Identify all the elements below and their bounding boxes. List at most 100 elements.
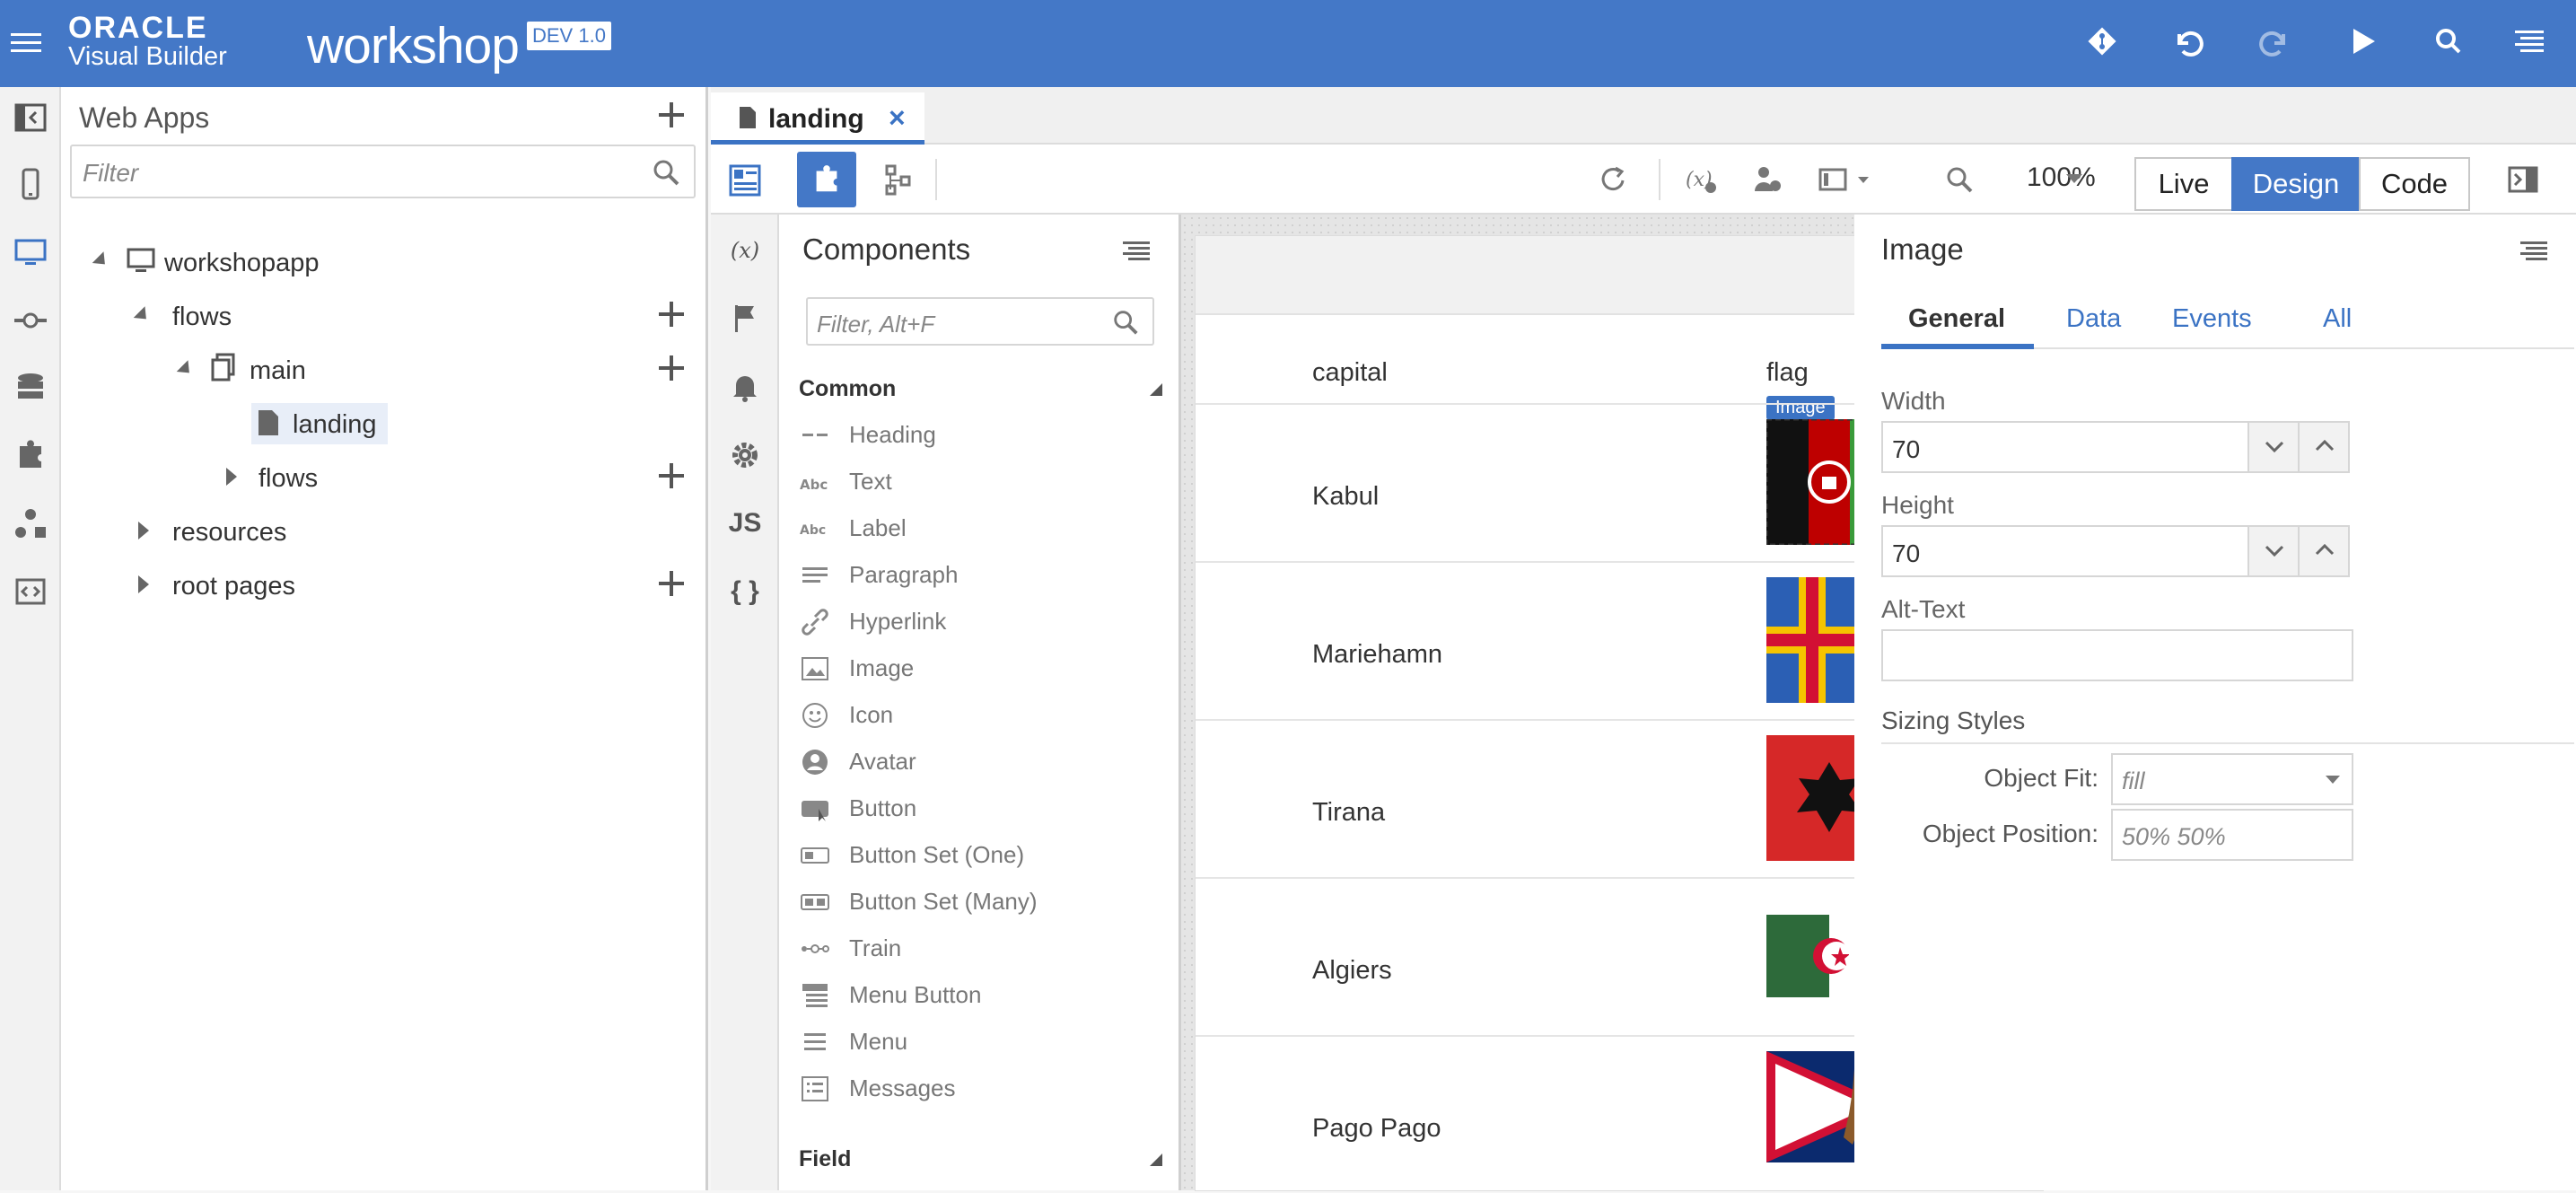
users-icon[interactable] [1750,162,1784,197]
processes-icon[interactable] [13,505,48,541]
object-position-input[interactable]: 50% 50% [2111,809,2353,861]
tab-all[interactable]: All [2323,304,2352,334]
component-text[interactable]: Abc Text [799,462,1158,502]
tree-item-resources[interactable]: resources [172,518,286,548]
redo-icon[interactable] [2255,22,2294,61]
structure-icon[interactable] [881,162,916,197]
component-train[interactable]: Train [799,929,1158,969]
live-mode-button[interactable]: Live [2134,157,2233,211]
bell-icon[interactable] [727,369,763,405]
close-tab-icon[interactable]: × [889,101,906,135]
mobile-apps-icon[interactable] [13,166,48,202]
width-increment[interactable] [2298,421,2350,473]
component-messages[interactable]: Messages [799,1069,1158,1109]
components-filter-input[interactable]: Filter, Alt+F [806,297,1154,346]
navigator-filter-input[interactable]: Filter [70,145,696,198]
component-menu[interactable]: Menu [799,1022,1158,1062]
design-canvas[interactable]: capital flag Image Kabul Mariehamn Tirana A… [1181,215,2043,1190]
toggle-properties-icon[interactable] [2506,162,2540,197]
tab-events[interactable]: Events [2172,304,2252,334]
hamburger-menu-icon[interactable] [9,25,43,59]
component-menu-button[interactable]: Menu Button [799,976,1158,1015]
expand-workshopapp-icon[interactable] [92,251,111,270]
component-button[interactable]: Button [799,789,1158,829]
object-fit-select[interactable]: fill [2111,753,2353,805]
design-mode-button[interactable]: Design [2231,157,2361,211]
javascript-tool[interactable]: JS [727,505,763,541]
palette-menu-icon[interactable] [1121,236,1152,267]
tree-item-flows-nested[interactable]: flows [258,464,318,494]
component-label[interactable]: Abc Label [799,509,1158,548]
alt-text-input[interactable] [1881,629,2353,681]
tree-item-main[interactable]: main [250,356,306,386]
device-size-icon[interactable] [1817,162,1876,197]
git-icon[interactable] [2082,22,2122,61]
code-mode-button[interactable]: Code [2359,157,2470,211]
business-objects-icon[interactable] [13,369,48,405]
height-decrement[interactable] [2247,525,2300,577]
web-apps-icon[interactable] [13,234,48,270]
algeria-flag[interactable] [1766,915,1849,997]
undo-icon[interactable] [2169,22,2208,61]
section-toggle-icon[interactable] [1150,1154,1162,1166]
search-icon[interactable] [2429,22,2468,61]
components-palette-button[interactable] [797,152,856,207]
components-icon[interactable] [13,437,48,473]
refresh-icon[interactable] [1596,162,1630,197]
variables-tool[interactable]: (x) [727,232,763,268]
flag-icon[interactable] [727,301,763,337]
component-icon[interactable]: Icon [799,696,1158,735]
width-decrement[interactable] [2247,421,2300,473]
component-paragraph[interactable]: Paragraph [799,556,1158,595]
search-icon[interactable] [651,157,681,188]
variables-icon[interactable]: (x) [1684,162,1718,197]
chevron-down-icon[interactable] [2064,171,2084,186]
collapse-panel-icon[interactable] [13,100,48,136]
height-increment[interactable] [2298,525,2350,577]
image-icon [802,657,828,680]
component-heading[interactable]: Heading [799,416,1158,455]
run-icon[interactable] [2343,22,2382,61]
json-tool[interactable]: { } [727,574,763,610]
component-label: Menu Button [849,981,982,1008]
section-toggle-icon[interactable] [1150,383,1162,396]
menu-icon[interactable] [2510,22,2549,61]
tree-item-landing[interactable]: landing [293,410,377,440]
component-button-set-one[interactable]: Button Set (One) [799,836,1158,875]
tree-item-workshopapp[interactable]: workshopapp [164,249,320,278]
width-input[interactable]: 70 [1881,421,2249,473]
height-input[interactable]: 70 [1881,525,2249,577]
add-flow-icon[interactable] [656,299,687,329]
zoom-icon[interactable] [1942,162,1976,197]
search-icon[interactable] [1111,308,1140,337]
component-image[interactable]: Image [799,649,1158,689]
add-page-icon[interactable] [656,353,687,383]
expand-root-pages-icon[interactable] [138,575,149,593]
expand-flows-icon[interactable] [226,468,237,486]
component-button-set-many[interactable]: Button Set (Many) [799,882,1158,922]
properties-menu-icon[interactable] [2519,236,2549,267]
expand-flows-icon[interactable] [133,306,153,325]
tab-landing[interactable]: landing × [711,92,924,145]
add-flow-icon[interactable] [656,461,687,491]
gear-icon[interactable] [727,437,763,473]
tree-item-flows[interactable]: flows [172,303,232,332]
component-label: Avatar [849,748,916,775]
zoom-level[interactable]: 100% [2027,162,2096,193]
component-avatar[interactable]: Avatar [799,742,1158,782]
tree-item-root-pages[interactable]: root pages [172,572,295,601]
tab-data[interactable]: Data [2066,304,2121,334]
column-header-capital: capital [1312,358,1388,387]
source-view-icon[interactable] [13,574,48,610]
add-web-app-icon[interactable] [656,100,687,130]
add-root-page-icon[interactable] [656,568,687,599]
tab-general[interactable]: General [1908,304,2005,334]
services-icon[interactable] [13,303,48,338]
expand-main-icon[interactable] [176,360,196,379]
page-designer-icon[interactable] [727,162,763,198]
expand-resources-icon[interactable] [138,522,149,539]
component-hyperlink[interactable]: Hyperlink [799,602,1158,642]
section-field[interactable]: Field [799,1146,851,1172]
section-common[interactable]: Common [799,376,896,402]
component-label: Hyperlink [849,608,947,635]
